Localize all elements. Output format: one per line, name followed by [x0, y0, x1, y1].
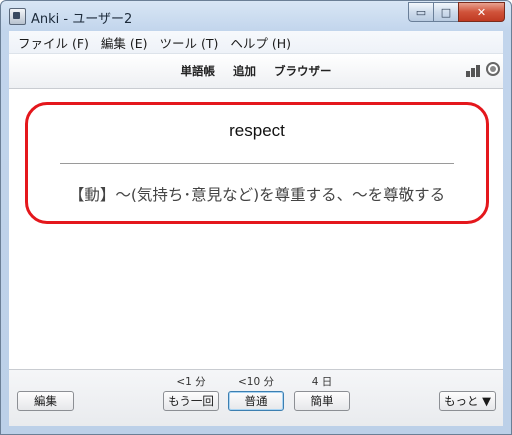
easy-due: 4 日: [311, 376, 333, 388]
menu-tools[interactable]: ツール (T): [157, 33, 222, 52]
title-bar[interactable]: Anki - ユーザー2 ▭ □ ✕: [1, 1, 511, 31]
main-area: 単語帳 追加 ブラウザー respect 【動】～(気持ち･意見など)を尊重する…: [9, 54, 503, 426]
menu-edit[interactable]: 編集 (E): [98, 33, 151, 52]
anki-window: Anki - ユーザー2 ▭ □ ✕ ファイル (F) 編集 (E) ツール (…: [0, 0, 512, 435]
answer-bar: 編集 <1 分 もう一回 <10 分 普通 4 日 簡単 もっと ▼: [9, 369, 503, 426]
again-due: <1 分: [176, 376, 206, 388]
good-due: <10 分: [238, 376, 274, 388]
answer-divider: [60, 163, 454, 164]
easy-button[interactable]: 簡単: [294, 391, 350, 411]
app-icon: [9, 8, 26, 25]
again-button[interactable]: もう一回: [163, 391, 219, 411]
card-highlight: respect 【動】～(気持ち･意見など)を尊重する、～を尊敬する: [25, 102, 489, 224]
sync-icon[interactable]: [486, 62, 500, 76]
more-button[interactable]: もっと ▼: [439, 391, 496, 411]
stats-icon[interactable]: [466, 65, 481, 77]
add-link[interactable]: 追加: [233, 63, 256, 79]
toolbar: 単語帳 追加 ブラウザー: [9, 54, 503, 89]
menu-bar: ファイル (F) 編集 (E) ツール (T) ヘルプ (H): [9, 31, 503, 54]
card-back: 【動】～(気持ち･意見など)を尊重する、～を尊敬する: [68, 186, 446, 204]
close-button[interactable]: ✕: [458, 2, 505, 22]
good-button[interactable]: 普通: [228, 391, 284, 411]
maximize-button[interactable]: □: [433, 2, 458, 22]
menu-help[interactable]: ヘルプ (H): [227, 33, 294, 52]
window-controls: ▭ □ ✕: [408, 2, 505, 22]
decks-link[interactable]: 単語帳: [181, 63, 216, 79]
browse-link[interactable]: ブラウザー: [274, 63, 332, 79]
menu-file[interactable]: ファイル (F): [15, 33, 92, 52]
minimize-button[interactable]: ▭: [408, 2, 433, 22]
card-front: respect: [229, 121, 285, 140]
edit-button[interactable]: 編集: [17, 391, 74, 411]
window-title: Anki - ユーザー2: [31, 12, 133, 27]
